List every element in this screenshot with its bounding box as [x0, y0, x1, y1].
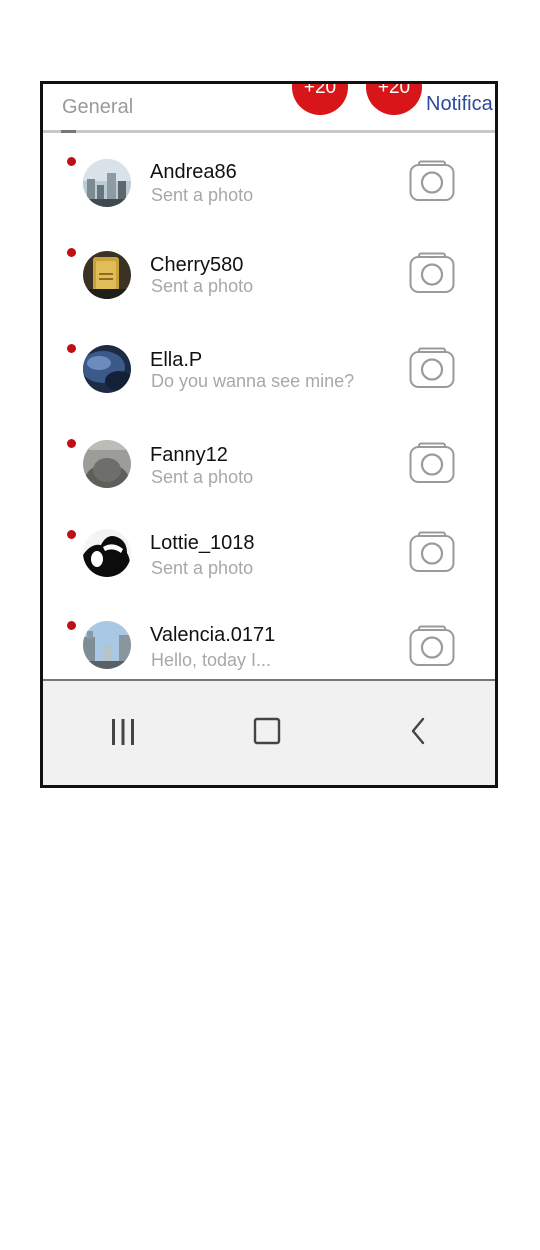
count-badge: +20 [366, 84, 422, 115]
camera-icon[interactable] [409, 531, 455, 573]
person-sweater-avatar[interactable] [83, 440, 131, 488]
tab-general[interactable]: General [62, 96, 133, 119]
unread-dot [67, 157, 76, 166]
back-icon[interactable] [399, 711, 439, 751]
message-preview: Sent a photo [151, 185, 254, 205]
message-preview: Do you wanna see mine? [151, 371, 355, 391]
camera-icon[interactable] [409, 347, 455, 389]
camera-icon[interactable] [409, 160, 455, 202]
gold-bar-avatar[interactable] [83, 251, 131, 299]
unread-dot [67, 621, 76, 630]
unread-dot [67, 344, 76, 353]
camera-icon[interactable] [409, 625, 455, 667]
tab-bar: General +20 +20 Notifica [43, 84, 495, 134]
count-badge-label: +20 [377, 84, 411, 98]
conversation-row[interactable]: Ella.P Do you wanna see mine? [43, 337, 495, 429]
conversation-row[interactable]: Cherry580 Sent a photo [43, 242, 495, 334]
unread-dot [67, 530, 76, 539]
camera-icon[interactable] [409, 252, 455, 294]
contact-name: Ella.P [150, 349, 203, 371]
contact-name: Lottie_1018 [150, 532, 255, 554]
city-skyline-avatar[interactable] [83, 159, 131, 207]
contact-name: Fanny12 [150, 444, 228, 466]
system-nav-bar [43, 679, 495, 785]
street-avatar[interactable] [83, 621, 131, 669]
message-preview: Hello, today I... [151, 650, 272, 670]
conversation-row[interactable]: Fanny12 Sent a photo [43, 432, 495, 524]
camera-icon[interactable] [409, 442, 455, 484]
message-preview: Sent a photo [151, 276, 254, 296]
phone-screen: General +20 +20 Notifica Andrea86 Sent a… [40, 81, 498, 788]
conversation-list: Andrea86 Sent a photo Cherry580 Sent a p… [43, 134, 495, 679]
conversation-row[interactable]: Valencia.0171 Hello, today I... [43, 619, 495, 679]
count-badge-label: +20 [303, 84, 337, 98]
count-badge: +20 [292, 84, 348, 115]
conversation-row[interactable]: Andrea86 Sent a photo [43, 152, 495, 244]
contact-name: Valencia.0171 [150, 624, 276, 646]
blue-fabric-avatar[interactable] [83, 345, 131, 393]
contact-name: Cherry580 [150, 254, 244, 276]
message-preview: Sent a photo [151, 467, 254, 487]
message-preview: Sent a photo [151, 558, 254, 578]
recents-icon[interactable] [103, 711, 143, 751]
unread-dot [67, 248, 76, 257]
silhouette-avatar[interactable] [83, 529, 131, 577]
conversation-row[interactable]: Lottie_1018 Sent a photo [43, 527, 495, 619]
tab-notifications[interactable]: Notifica [426, 93, 493, 116]
tab-underline [43, 130, 495, 133]
contact-name: Andrea86 [150, 161, 237, 183]
unread-dot [67, 439, 76, 448]
home-icon[interactable] [247, 711, 287, 751]
active-tab-indicator [61, 130, 76, 133]
